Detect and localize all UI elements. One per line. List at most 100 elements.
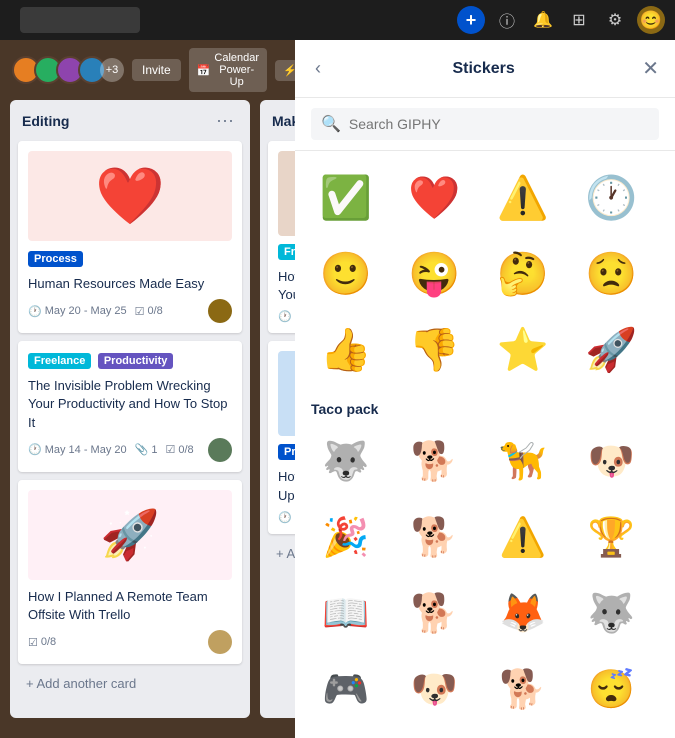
taco-sticker-2[interactable]: 🐕 — [400, 427, 470, 497]
card-date-env: 🕐 May 17 - May 18 — [278, 310, 295, 323]
clock-icon-status: 🕐 — [278, 511, 292, 524]
extra-member-count[interactable]: +3 — [100, 58, 124, 82]
column-title-editing: Editing — [22, 113, 69, 129]
taco-sticker-grid: 🐺 🐕 🦮 🐶 🎉 🐕 ⚠️ 🏆 📖 🐕 🦊 🐺 🎮 🐶 🐕 😴 — [311, 427, 659, 725]
taco-sticker-5[interactable]: 🎉 — [311, 503, 381, 573]
card-checklist-2: ☑ 0/8 — [165, 443, 193, 456]
stickers-title: Stickers — [452, 60, 514, 78]
card-attachment: 📎 1 — [135, 443, 158, 456]
card-image-heart: ❤️ — [28, 151, 232, 241]
user-avatar[interactable]: 😊 — [637, 6, 665, 34]
card-meta-invisible-problem: 🕐 May 14 - May 20 📎 1 ☑ 0/8 — [28, 438, 232, 462]
taco-sticker-4[interactable]: 🐶 — [577, 427, 647, 497]
sticker-thumbsup[interactable]: 👍 — [311, 315, 381, 385]
board-sub-nav: +3 Invite 📅 Calendar Power-Up ⚡ Automati… — [0, 40, 295, 100]
stickers-back-button[interactable]: ‹ — [311, 54, 325, 83]
sticker-checkmark[interactable]: ✅ — [311, 163, 381, 233]
member-avatars: +3 — [12, 56, 124, 84]
attachment-icon: 📎 — [135, 443, 149, 456]
card-assignee-avatar-3 — [208, 630, 232, 654]
column-title-making-graphics: Making Graphics — [272, 113, 295, 129]
sticker-warning[interactable]: ⚠️ — [488, 163, 558, 233]
lightning-icon: ⚡ — [283, 64, 295, 77]
sticker-rocket[interactable]: 🚀 — [577, 315, 647, 385]
taco-sticker-7[interactable]: ⚠️ — [488, 503, 558, 573]
taco-pack-label: Taco pack — [311, 401, 659, 417]
card-meta-remote-team: ☑ 0/8 — [28, 630, 232, 654]
rocket-icon: 🚀 — [100, 506, 160, 563]
taco-sticker-1[interactable]: 🐺 — [311, 427, 381, 497]
column-header-making-graphics: Making Graphics ··· — [268, 108, 295, 133]
invite-button[interactable]: Invite — [132, 59, 181, 81]
calendar-power-up-button[interactable]: 📅 Calendar Power-Up — [189, 48, 267, 92]
taco-sticker-6[interactable]: 🐕 — [400, 503, 470, 573]
board-area: +3 Invite 📅 Calendar Power-Up ⚡ Automati… — [0, 40, 295, 738]
stickers-search-area: 🔍 — [295, 98, 675, 151]
add-card-button-graphics[interactable]: + Add another c... — [268, 542, 295, 565]
grid-icon[interactable]: ⊞ — [565, 6, 593, 34]
card-title-status-update: How To Give Your Status Update — [278, 468, 295, 504]
stickers-content: ✅ ❤️ ⚠️ 🕐 🙂 😜 🤔 😟 👍 👎 ⭐ 🚀 Taco pack 🐺 🐕 … — [295, 151, 675, 738]
sticker-clock[interactable]: 🕐 — [577, 163, 647, 233]
card-image-zzz: 💤 ⏳ — [278, 351, 295, 436]
add-button[interactable]: + — [457, 6, 485, 34]
column-header-editing: Editing ··· — [18, 108, 242, 133]
tag-process: Process — [28, 251, 83, 267]
add-card-button-editing[interactable]: + Add another card — [18, 672, 242, 695]
card-status-update[interactable]: 💤 ⏳ Process How To Give Your Status Upda… — [268, 341, 295, 533]
top-sticker-grid: ✅ ❤️ ⚠️ 🕐 🙂 😜 🤔 😟 👍 👎 ⭐ 🚀 — [311, 163, 659, 385]
clock-icon-env: 🕐 — [278, 310, 292, 323]
search-input-wrap: 🔍 — [311, 108, 659, 140]
tag-freelance-2: Freelance — [278, 244, 295, 260]
sticker-smile[interactable]: 🙂 — [311, 239, 381, 309]
sticker-sad[interactable]: 😟 — [577, 239, 647, 309]
card-assignee-avatar — [208, 299, 232, 323]
taco-sticker-13[interactable]: 🎮 — [311, 655, 381, 725]
taco-sticker-14[interactable]: 🐶 — [400, 655, 470, 725]
automation-button[interactable]: ⚡ Automation — [275, 60, 295, 81]
stickers-header: ‹ Stickers ✕ — [295, 40, 675, 98]
column-making-graphics: Making Graphics ··· 🖥️ Freelance Pro... … — [260, 100, 295, 718]
taco-sticker-16[interactable]: 😴 — [577, 655, 647, 725]
card-environment[interactable]: 🖥️ Freelance Pro... How Your Environ...Y… — [268, 141, 295, 333]
tag-freelance: Freelance — [28, 353, 91, 369]
tag-process-2: Process — [278, 444, 295, 460]
card-title-invisible-problem: The Invisible Problem Wrecking Your Prod… — [28, 377, 232, 432]
search-icon: 🔍 — [321, 114, 341, 134]
top-navigation-bar: + ⓘ 🔔 ⊞ ⚙ 😊 — [0, 0, 675, 40]
stickers-close-button[interactable]: ✕ — [642, 56, 659, 81]
gear-icon[interactable]: ⚙ — [601, 6, 629, 34]
card-checklist: ☑ 0/8 — [135, 305, 163, 318]
sticker-heart[interactable]: ❤️ — [400, 163, 470, 233]
card-image-desk: 🖥️ — [278, 151, 295, 236]
card-invisible-problem[interactable]: Freelance Productivity The Invisible Pro… — [18, 341, 242, 472]
taco-sticker-3[interactable]: 🦮 — [488, 427, 558, 497]
column-editing: Editing ··· ❤️ Process Human Resources M… — [10, 100, 250, 718]
taco-sticker-11[interactable]: 🦊 — [488, 579, 558, 649]
search-giphy-input[interactable] — [349, 116, 649, 132]
card-image-rocket: 🚀 — [28, 490, 232, 580]
taco-sticker-9[interactable]: 📖 — [311, 579, 381, 649]
checklist-icon: ☑ — [135, 305, 145, 318]
sticker-star[interactable]: ⭐ — [488, 315, 558, 385]
taco-sticker-12[interactable]: 🐺 — [577, 579, 647, 649]
card-date-status: 🕐 May 13 - May 15 — [278, 511, 295, 524]
column-menu-editing[interactable]: ··· — [212, 110, 238, 131]
card-remote-team[interactable]: 🚀 How I Planned A Remote Team Offsite Wi… — [18, 480, 242, 664]
board-search-input[interactable] — [20, 7, 140, 33]
taco-sticker-10[interactable]: 🐕 — [400, 579, 470, 649]
sticker-silly[interactable]: 😜 — [400, 239, 470, 309]
sticker-thinking[interactable]: 🤔 — [488, 239, 558, 309]
bell-icon[interactable]: 🔔 — [529, 6, 557, 34]
taco-sticker-15[interactable]: 🐕 — [488, 655, 558, 725]
sticker-thumbsdown[interactable]: 👎 — [400, 315, 470, 385]
info-icon[interactable]: ⓘ — [493, 6, 521, 34]
stickers-panel: ‹ Stickers ✕ 🔍 ✅ ❤️ ⚠️ 🕐 🙂 😜 🤔 😟 👍 👎 ⭐ 🚀… — [295, 40, 675, 738]
taco-sticker-8[interactable]: 🏆 — [577, 503, 647, 573]
card-date: 🕐 May 20 - May 25 — [28, 305, 127, 318]
card-title-human-resources: Human Resources Made Easy — [28, 275, 232, 293]
checklist-icon-2: ☑ — [165, 443, 175, 456]
card-meta-human-resources: 🕐 May 20 - May 25 ☑ 0/8 — [28, 299, 232, 323]
card-checklist-3: ☑ 0/8 — [28, 636, 56, 649]
card-human-resources[interactable]: ❤️ Process Human Resources Made Easy 🕐 M… — [18, 141, 242, 333]
